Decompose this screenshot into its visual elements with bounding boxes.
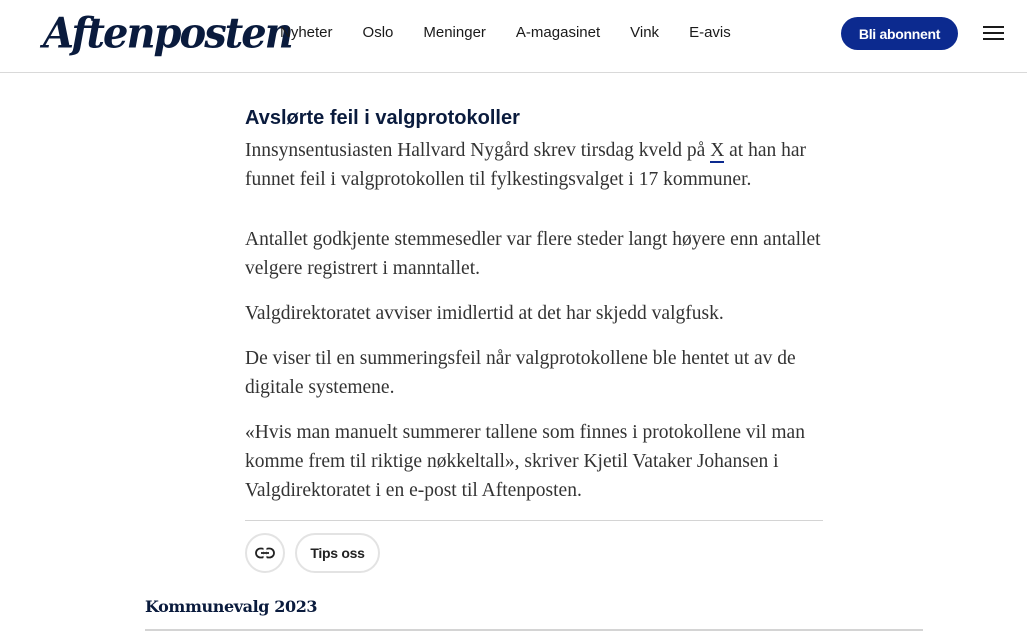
section-title[interactable]: Kommunevalg 2023 xyxy=(145,597,318,616)
paragraph-1: Antallet godkjente stemmesedler var fler… xyxy=(245,229,821,279)
subscribe-button[interactable]: Bli abonnent xyxy=(841,17,958,50)
nav-item-oslo[interactable]: Oslo xyxy=(363,24,394,42)
tips-oss-button[interactable]: Tips oss xyxy=(295,533,380,573)
nav-item-vink[interactable]: Vink xyxy=(630,24,659,42)
hamburger-menu-icon[interactable] xyxy=(983,25,1005,41)
nav-item-nyheter[interactable]: Nyheter xyxy=(280,24,333,42)
paragraph-3: De viser til en summeringsfeil når valgp… xyxy=(245,348,796,398)
paragraph-2: Valgdirektoratet avviser imidlertid at d… xyxy=(245,303,724,324)
x-link[interactable]: X xyxy=(710,140,725,163)
main-nav: Nyheter Oslo Meninger A-magasinet Vink E… xyxy=(280,24,761,42)
section-divider xyxy=(145,629,923,631)
aftenposten-logo[interactable]: Aftenposten xyxy=(43,7,294,62)
paragraph-4: «Hvis man manuelt summerer tallene som f… xyxy=(245,422,805,501)
article-subheading: Avslørte feil i valgprotokoller xyxy=(245,107,520,129)
copy-link-button[interactable] xyxy=(245,533,285,573)
lead-paragraph: Innsynsentusiasten Hallvard Nygård skrev… xyxy=(245,136,825,194)
nav-item-a-magasinet[interactable]: A-magasinet xyxy=(516,24,600,42)
lead-text-start: Innsynsentusiasten Hallvard Nygård skrev… xyxy=(245,140,711,161)
article-divider xyxy=(245,520,823,521)
nav-item-e-avis[interactable]: E-avis xyxy=(689,24,731,42)
site-header: Aftenposten Nyheter Oslo Meninger A-maga… xyxy=(0,0,1027,73)
link-icon xyxy=(255,547,275,559)
nav-item-meninger[interactable]: Meninger xyxy=(423,24,486,42)
article-body: Avslørte feil i valgprotokoller Innsynse… xyxy=(245,106,825,505)
